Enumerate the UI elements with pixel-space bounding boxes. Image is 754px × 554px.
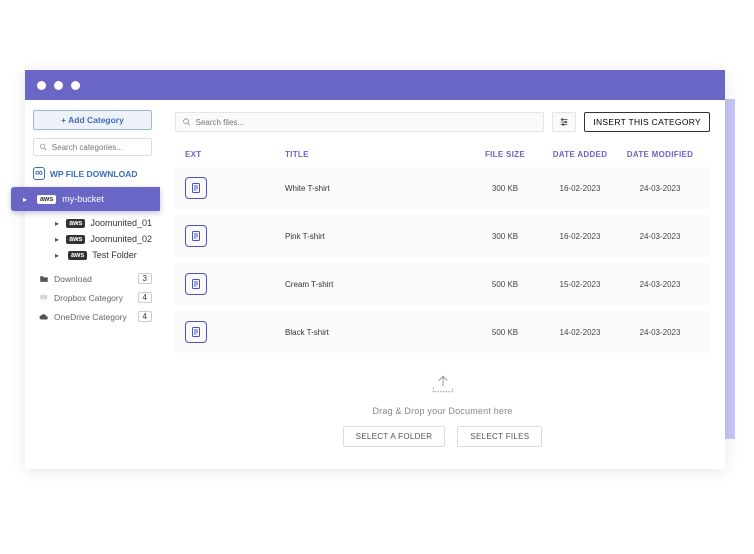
file-icon <box>185 225 207 247</box>
file-icon <box>185 177 207 199</box>
search-categories-field[interactable] <box>33 138 152 156</box>
file-date-modified: 24-03-2023 <box>620 328 700 337</box>
select-folder-button[interactable]: SELECT A FOLDER <box>343 426 446 447</box>
main-panel: INSERT THIS CATEGORY EXT TITLE FILE SIZE… <box>160 100 725 469</box>
aws-icon: aws <box>66 219 85 228</box>
sidebar-sub-item[interactable]: ▸ aws Joomunited_02 <box>25 231 160 247</box>
window-control-dot[interactable] <box>71 81 80 90</box>
category-count: 4 <box>138 292 152 303</box>
chevron-right-icon: ▸ <box>23 195 31 204</box>
file-size: 500 KB <box>470 280 540 289</box>
sidebar-category-item[interactable]: Dropbox Category 4 <box>25 288 160 307</box>
file-date-modified: 24-03-2023 <box>620 232 700 241</box>
category-label: OneDrive Category <box>54 312 127 322</box>
category-count: 3 <box>138 273 152 284</box>
table-row[interactable]: White T-shirt 300 KB 16-02-2023 24-03-20… <box>175 167 710 209</box>
file-date-modified: 24-03-2023 <box>620 184 700 193</box>
search-categories-input[interactable] <box>52 143 146 152</box>
folder-icon <box>39 274 49 284</box>
dropzone[interactable]: Drag & Drop your Document here SELECT A … <box>175 359 710 451</box>
category-label: Download <box>54 274 92 284</box>
window-control-dot[interactable] <box>54 81 63 90</box>
add-category-label: Add Category <box>68 115 124 125</box>
dropzone-text: Drag & Drop your Document here <box>175 406 710 416</box>
table-header: EXT TITLE FILE SIZE DATE ADDED DATE MODI… <box>175 142 710 167</box>
sidebar-sub-label: Joomunited_01 <box>90 218 152 228</box>
dropbox-icon <box>39 293 49 303</box>
category-label: Dropbox Category <box>54 293 123 303</box>
aws-icon: aws <box>66 235 85 244</box>
aws-icon: aws <box>37 195 56 204</box>
window-control-dot[interactable] <box>37 81 46 90</box>
sidebar: +Add Category ∞ WP FILE DOWNLOAD ▸ aws m… <box>25 100 160 469</box>
sidebar-sub-label: Joomunited_02 <box>90 234 152 244</box>
sidebar-category-item[interactable]: OneDrive Category 4 <box>25 307 160 326</box>
file-date-added: 16-02-2023 <box>540 232 620 241</box>
col-added: DATE ADDED <box>540 150 620 159</box>
sidebar-sub-label: Test Folder <box>92 250 137 260</box>
file-size: 300 KB <box>470 232 540 241</box>
plus-icon: + <box>61 115 66 125</box>
table-row[interactable]: Cream T-shirt 500 KB 15-02-2023 24-03-20… <box>175 263 710 305</box>
wp-logo-icon: ∞ <box>33 167 45 180</box>
sidebar-item-selected[interactable]: ▸ aws my-bucket <box>11 187 160 211</box>
search-files-field[interactable] <box>175 112 544 132</box>
aws-icon: aws <box>68 251 87 260</box>
file-size: 500 KB <box>470 328 540 337</box>
search-files-input[interactable] <box>196 118 538 127</box>
file-icon <box>185 273 207 295</box>
chevron-right-icon: ▸ <box>55 251 63 260</box>
cloud-icon <box>39 312 49 322</box>
col-size: FILE SIZE <box>470 150 540 159</box>
sidebar-root-label: WP FILE DOWNLOAD <box>50 169 138 179</box>
add-category-button[interactable]: +Add Category <box>33 110 152 130</box>
chevron-right-icon: ▸ <box>55 235 61 244</box>
upload-icon <box>429 373 457 395</box>
file-date-added: 14-02-2023 <box>540 328 620 337</box>
file-icon <box>185 321 207 343</box>
insert-category-button[interactable]: INSERT THIS CATEGORY <box>584 112 710 132</box>
app-window: +Add Category ∞ WP FILE DOWNLOAD ▸ aws m… <box>25 70 725 469</box>
selected-bucket-label: my-bucket <box>62 194 104 204</box>
table-row[interactable]: Black T-shirt 500 KB 14-02-2023 24-03-20… <box>175 311 710 353</box>
category-count: 4 <box>138 311 152 322</box>
window-titlebar <box>25 70 725 100</box>
col-modified: DATE MODIFIED <box>620 150 700 159</box>
sidebar-root-item[interactable]: ∞ WP FILE DOWNLOAD <box>25 164 160 183</box>
file-title: White T-shirt <box>255 184 470 193</box>
col-title: TITLE <box>255 150 470 159</box>
sliders-icon <box>559 117 569 127</box>
file-title: Black T-shirt <box>255 328 470 337</box>
table-row[interactable]: Pink T-shirt 300 KB 16-02-2023 24-03-202… <box>175 215 710 257</box>
search-icon <box>39 142 48 152</box>
chevron-right-icon: ▸ <box>55 219 61 228</box>
search-icon <box>182 117 192 127</box>
file-title: Pink T-shirt <box>255 232 470 241</box>
file-date-modified: 24-03-2023 <box>620 280 700 289</box>
file-title: Cream T-shirt <box>255 280 470 289</box>
file-date-added: 16-02-2023 <box>540 184 620 193</box>
sidebar-category-item[interactable]: Download 3 <box>25 269 160 288</box>
sidebar-sub-item[interactable]: ▸ aws Test Folder <box>25 247 160 263</box>
sidebar-sub-item[interactable]: ▸ aws Joomunited_01 <box>25 215 160 231</box>
file-size: 300 KB <box>470 184 540 193</box>
main-toolbar: INSERT THIS CATEGORY <box>175 112 710 132</box>
file-date-added: 15-02-2023 <box>540 280 620 289</box>
filter-button[interactable] <box>552 112 576 132</box>
col-ext: EXT <box>185 150 255 159</box>
select-files-button[interactable]: SELECT FILES <box>457 426 542 447</box>
